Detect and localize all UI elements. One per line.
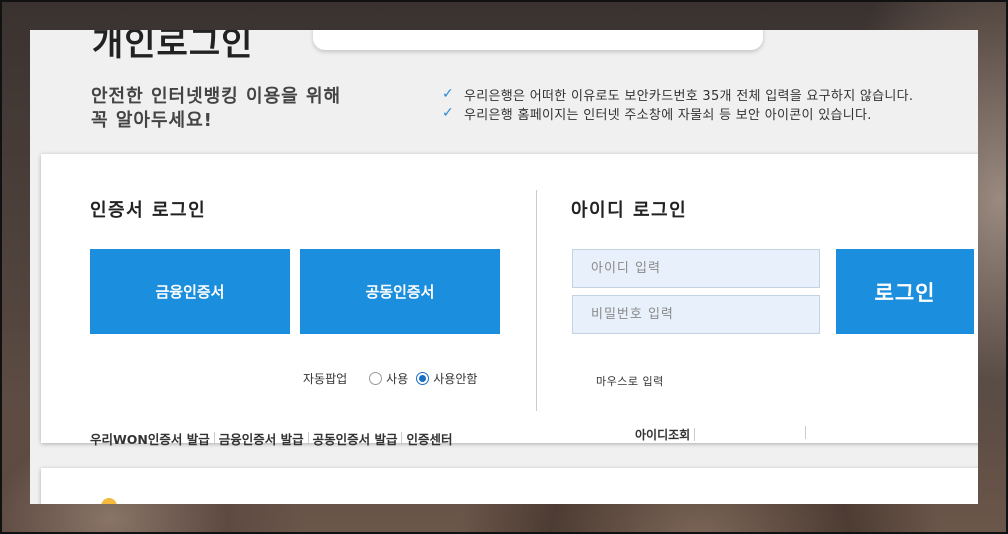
check-icon: ✓ — [442, 86, 455, 102]
decorative-dot-icon — [101, 498, 117, 504]
cert-login-title: 인증서 로그인 — [90, 200, 207, 221]
auto-popup-use-option[interactable]: 사용 — [369, 370, 408, 387]
radio-unchecked-icon[interactable] — [369, 372, 383, 385]
auto-popup-nouse-label: 사용안함 — [433, 372, 478, 386]
section-divider — [536, 190, 537, 411]
id-login-title: 아이디 로그인 — [571, 200, 688, 221]
top-banner-card — [313, 30, 763, 50]
auto-popup-setting: 자동팝업 사용 사용안함 — [303, 370, 485, 387]
login-button[interactable]: 로그인 — [836, 249, 974, 334]
password-input[interactable] — [572, 295, 820, 334]
notice-list: ✓ 우리은행은 어떠한 이유로도 보안카드번호 35개 전체 입력을 요구하지 … — [442, 85, 913, 123]
notice-heading-line1: 안전한 인터넷뱅킹 이용을 위해 — [91, 86, 342, 107]
financial-cert-issue-link[interactable]: 금융인증서 발급 — [219, 429, 304, 448]
won-cert-issue-link[interactable]: 우리WON인증서 발급 — [90, 429, 210, 448]
page-title: 개인로그인 — [92, 30, 254, 64]
mouse-input-link[interactable]: 마우스로 입력 — [596, 373, 664, 389]
find-links: 아이디조회 — [635, 426, 806, 443]
login-panel: 인증서 로그인 금융인증서 공동인증서 자동팝업 사용 사용안함 우리WON인증… — [41, 154, 978, 447]
link-divider — [307, 432, 309, 445]
notice-item: ✓ 우리은행 홈페이지는 인터넷 주소창에 자물쇠 등 보안 아이콘이 있습니다… — [442, 104, 913, 123]
link-divider — [401, 432, 403, 445]
notice-item-text: 우리은행 홈페이지는 인터넷 주소창에 자물쇠 등 보안 아이콘이 있습니다. — [464, 107, 872, 123]
notice-item-text: 우리은행은 어떠한 이유로도 보안카드번호 35개 전체 입력을 요구하지 않습… — [464, 88, 914, 104]
notice-heading: 안전한 인터넷뱅킹 이용을 위해 꼭 알아두세요! — [91, 85, 371, 133]
user-id-input[interactable] — [572, 249, 820, 288]
radio-checked-icon[interactable] — [416, 372, 430, 385]
public-cert-button[interactable]: 공동인증서 — [300, 249, 500, 334]
link-divider — [694, 428, 696, 441]
check-icon: ✓ — [442, 105, 455, 121]
public-cert-issue-link[interactable]: 공동인증서 발급 — [313, 429, 398, 448]
login-page: 개인로그인 안전한 인터넷뱅킹 이용을 위해 꼭 알아두세요! ✓ 우리은행은 … — [30, 30, 978, 504]
financial-cert-button[interactable]: 금융인증서 — [90, 249, 290, 334]
find-id-link[interactable]: 아이디조회 — [635, 426, 690, 443]
cert-center-link[interactable]: 인증센터 — [406, 429, 452, 448]
link-divider — [213, 432, 215, 445]
lower-panel — [41, 468, 978, 504]
auto-popup-use-label: 사용 — [386, 372, 409, 386]
auto-popup-nouse-option[interactable]: 사용안함 — [416, 370, 477, 387]
auto-popup-label: 자동팝업 — [303, 372, 348, 386]
notice-item: ✓ 우리은행은 어떠한 이유로도 보안카드번호 35개 전체 입력을 요구하지 … — [442, 85, 914, 104]
notice-heading-line2: 꼭 알아두세요! — [91, 110, 213, 131]
link-divider — [805, 426, 806, 439]
cert-links: 우리WON인증서 발급 금융인증서 발급 공동인증서 발급 인증센터 — [90, 429, 452, 448]
